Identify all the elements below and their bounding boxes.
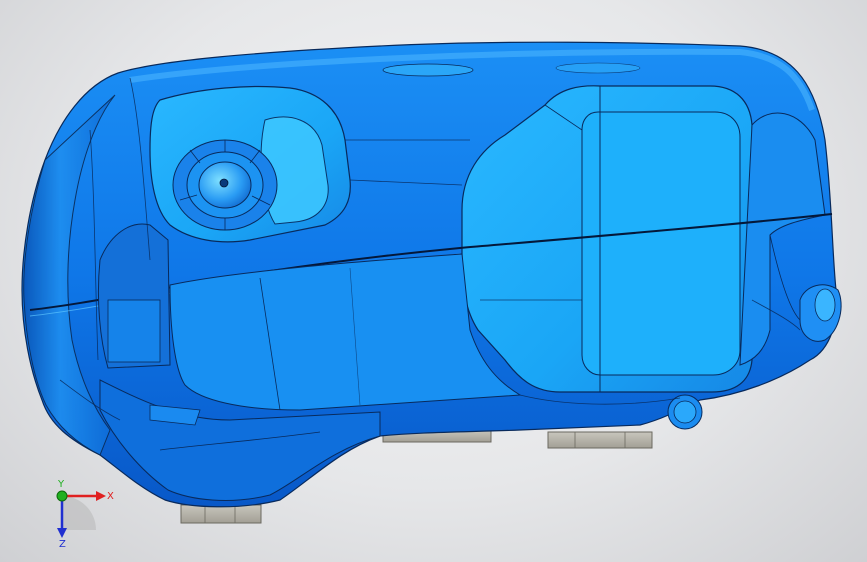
drain-nozzle[interactable] xyxy=(667,394,703,430)
graphics-viewport[interactable]: X Y Z xyxy=(0,0,867,562)
top-vent-opening xyxy=(382,63,474,77)
x-axis-label: X xyxy=(107,491,114,502)
y-axis-point xyxy=(56,490,68,502)
filler-cap[interactable] xyxy=(172,139,278,231)
outlet-pipe[interactable] xyxy=(799,284,842,342)
mounting-foot-right xyxy=(547,431,653,449)
y-axis-label: Y xyxy=(57,479,65,490)
z-axis-label: Z xyxy=(59,539,66,548)
mounting-foot-left xyxy=(180,504,262,524)
fuel-tank-model[interactable] xyxy=(0,0,867,562)
coordinate-triad: X Y Z xyxy=(56,479,114,548)
